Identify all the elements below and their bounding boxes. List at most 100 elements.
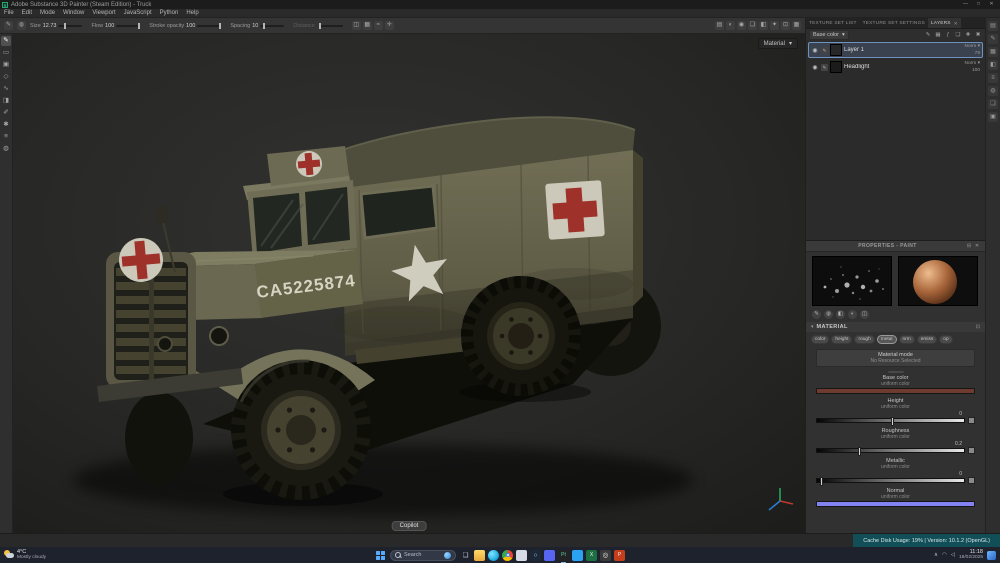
history-panel-icon[interactable]: ≡: [988, 73, 998, 83]
visibility-eye-icon[interactable]: ◉: [811, 47, 819, 54]
perspective-icon[interactable]: ▦: [792, 21, 801, 30]
roughness-slider[interactable]: [816, 448, 965, 453]
copilot-button[interactable]: Copilot: [392, 521, 427, 531]
minimize-button[interactable]: —: [959, 0, 972, 9]
alpha-settings-icon[interactable]: ◍: [824, 310, 833, 319]
wireframe-icon[interactable]: ⊡: [781, 21, 790, 30]
texture-set-list-icon[interactable]: ▤: [988, 21, 998, 31]
metallic-picker-icon[interactable]: [968, 477, 975, 484]
channel-emiss[interactable]: emiss: [917, 335, 938, 344]
3d-viewport[interactable]: CA5225874: [13, 34, 805, 533]
orientation-gizmo[interactable]: [765, 485, 795, 515]
menu-window[interactable]: Window: [59, 9, 88, 18]
menu-help[interactable]: Help: [182, 9, 202, 18]
alpha-preset-icon[interactable]: ◍: [17, 21, 26, 30]
menu-mode[interactable]: Mode: [36, 9, 59, 18]
material-preset-icon[interactable]: ⊡: [976, 324, 980, 330]
size-control[interactable]: Size 12.73: [30, 23, 82, 29]
lazy-mouse-icon[interactable]: ≈: [374, 21, 383, 30]
tab-texture-set-list[interactable]: TEXTURE SET LIST: [806, 18, 860, 28]
size-slider[interactable]: [58, 25, 82, 27]
alignment-icon[interactable]: ✛: [385, 21, 394, 30]
channel-rough[interactable]: rough: [854, 335, 874, 344]
search-highlight-icon[interactable]: [444, 552, 451, 559]
app-edge[interactable]: [488, 550, 499, 561]
eraser-tool[interactable]: ▭: [1, 48, 11, 58]
app-substance-painter[interactable]: Pt: [558, 550, 569, 561]
menu-javascript[interactable]: JavaScript: [120, 9, 156, 18]
dock-panel-icon[interactable]: ⊟: [965, 243, 973, 249]
menu-edit[interactable]: Edit: [18, 9, 36, 18]
spacing-slider[interactable]: [260, 25, 284, 27]
spacing-control[interactable]: Spacing 10: [230, 23, 284, 29]
menu-python[interactable]: Python: [156, 9, 183, 18]
tray-chevron-icon[interactable]: ∧: [934, 552, 938, 558]
roughness-picker-icon[interactable]: [968, 447, 975, 454]
display-settings-icon[interactable]: ◍: [988, 86, 998, 96]
tab-layers[interactable]: LAYERS ✕: [928, 18, 961, 28]
start-button[interactable]: [375, 550, 386, 561]
polygon-fill-tool[interactable]: ◇: [1, 72, 11, 82]
material-picker-tool[interactable]: ✐: [1, 108, 11, 118]
camera-icon[interactable]: ◉: [737, 21, 746, 30]
app-chrome[interactable]: [502, 550, 513, 561]
app-vscode[interactable]: [572, 550, 583, 561]
app-discord[interactable]: [544, 550, 555, 561]
particles-tool[interactable]: ✱: [1, 120, 11, 130]
menu-file[interactable]: File: [0, 9, 18, 18]
close-button[interactable]: ✕: [985, 0, 998, 9]
blend-mode-dropdown[interactable]: Norm ▾: [965, 61, 981, 66]
group-folder-icon[interactable]: ❏: [954, 31, 962, 39]
fill-effect-icon[interactable]: ▦: [934, 31, 942, 39]
blend-mode-dropdown[interactable]: Norm ▾: [965, 44, 981, 49]
weather-widget[interactable]: 4°C Mostly cloudy: [4, 550, 46, 561]
app-photos[interactable]: [516, 550, 527, 561]
shader-settings-icon[interactable]: ◧: [988, 60, 998, 70]
texture-set-settings-icon[interactable]: ▦: [988, 47, 998, 57]
paint-effect-icon[interactable]: ✎: [924, 31, 932, 39]
red-cross-marking[interactable]: [545, 180, 605, 240]
close-tab-icon[interactable]: ✕: [954, 18, 958, 29]
material-settings-icon[interactable]: ◐: [848, 310, 857, 319]
layers-panel-icon[interactable]: ▣: [988, 112, 998, 122]
headlight-small[interactable]: [158, 337, 172, 351]
grid-snap-icon[interactable]: ▦: [363, 21, 372, 30]
channel-nrm[interactable]: nrm: [899, 335, 915, 344]
brush-preset-icon[interactable]: ✎: [4, 21, 13, 30]
layer-opacity[interactable]: 79: [975, 51, 980, 56]
app-powerpoint[interactable]: P: [614, 550, 625, 561]
notifications-icon[interactable]: [987, 551, 996, 560]
app-excel[interactable]: X: [586, 550, 597, 561]
layer-thumbnail[interactable]: [830, 61, 842, 73]
display-settings-icon[interactable]: ❏: [748, 21, 757, 30]
layer-name[interactable]: Headlight: [844, 64, 948, 70]
channel-color[interactable]: color: [811, 335, 829, 344]
symmetry-toggle-icon[interactable]: ◫: [352, 21, 361, 30]
channel-op[interactable]: op: [939, 335, 952, 344]
menu-viewport[interactable]: Viewport: [88, 9, 119, 18]
distance-slider[interactable]: [319, 25, 343, 27]
headlight[interactable]: [210, 327, 228, 345]
base-color-swatch[interactable]: [816, 388, 975, 394]
paint-tool[interactable]: ✎: [1, 36, 11, 46]
app-steam[interactable]: ○: [530, 550, 541, 561]
layer-row-headlight[interactable]: ◉ ✎ Headlight Norm ▾ 100: [808, 59, 983, 75]
assets-panel-icon[interactable]: ❏: [988, 99, 998, 109]
app-obs[interactable]: ◎: [600, 550, 611, 561]
stroke-opacity-control[interactable]: Stroke opacity 100: [149, 23, 221, 29]
channel-metal[interactable]: metal: [877, 335, 897, 344]
material-mode-button[interactable]: Material mode No Resource Selected: [816, 349, 975, 367]
viewport-layout-icon[interactable]: ▤: [715, 21, 724, 30]
brush-settings-icon[interactable]: ✎: [812, 310, 821, 319]
brush-stroke-preview[interactable]: [812, 256, 892, 306]
taskbar-clock[interactable]: 11:18 18/02/2025: [959, 550, 983, 561]
metallic-slider[interactable]: [816, 478, 965, 483]
channel-filter-dropdown[interactable]: Base color ▾: [809, 30, 849, 40]
add-layer-icon[interactable]: ✚: [964, 31, 972, 39]
search-input[interactable]: Search: [390, 550, 456, 561]
layer-row-layer-1[interactable]: ◉ ✎ Layer 1 Norm ▾ 79: [808, 42, 983, 58]
stencil-settings-icon[interactable]: ◧: [836, 310, 845, 319]
distance-control[interactable]: Distance: [293, 23, 342, 29]
smudge-tool[interactable]: ∿: [1, 84, 11, 94]
layer-opacity[interactable]: 100: [972, 68, 980, 73]
